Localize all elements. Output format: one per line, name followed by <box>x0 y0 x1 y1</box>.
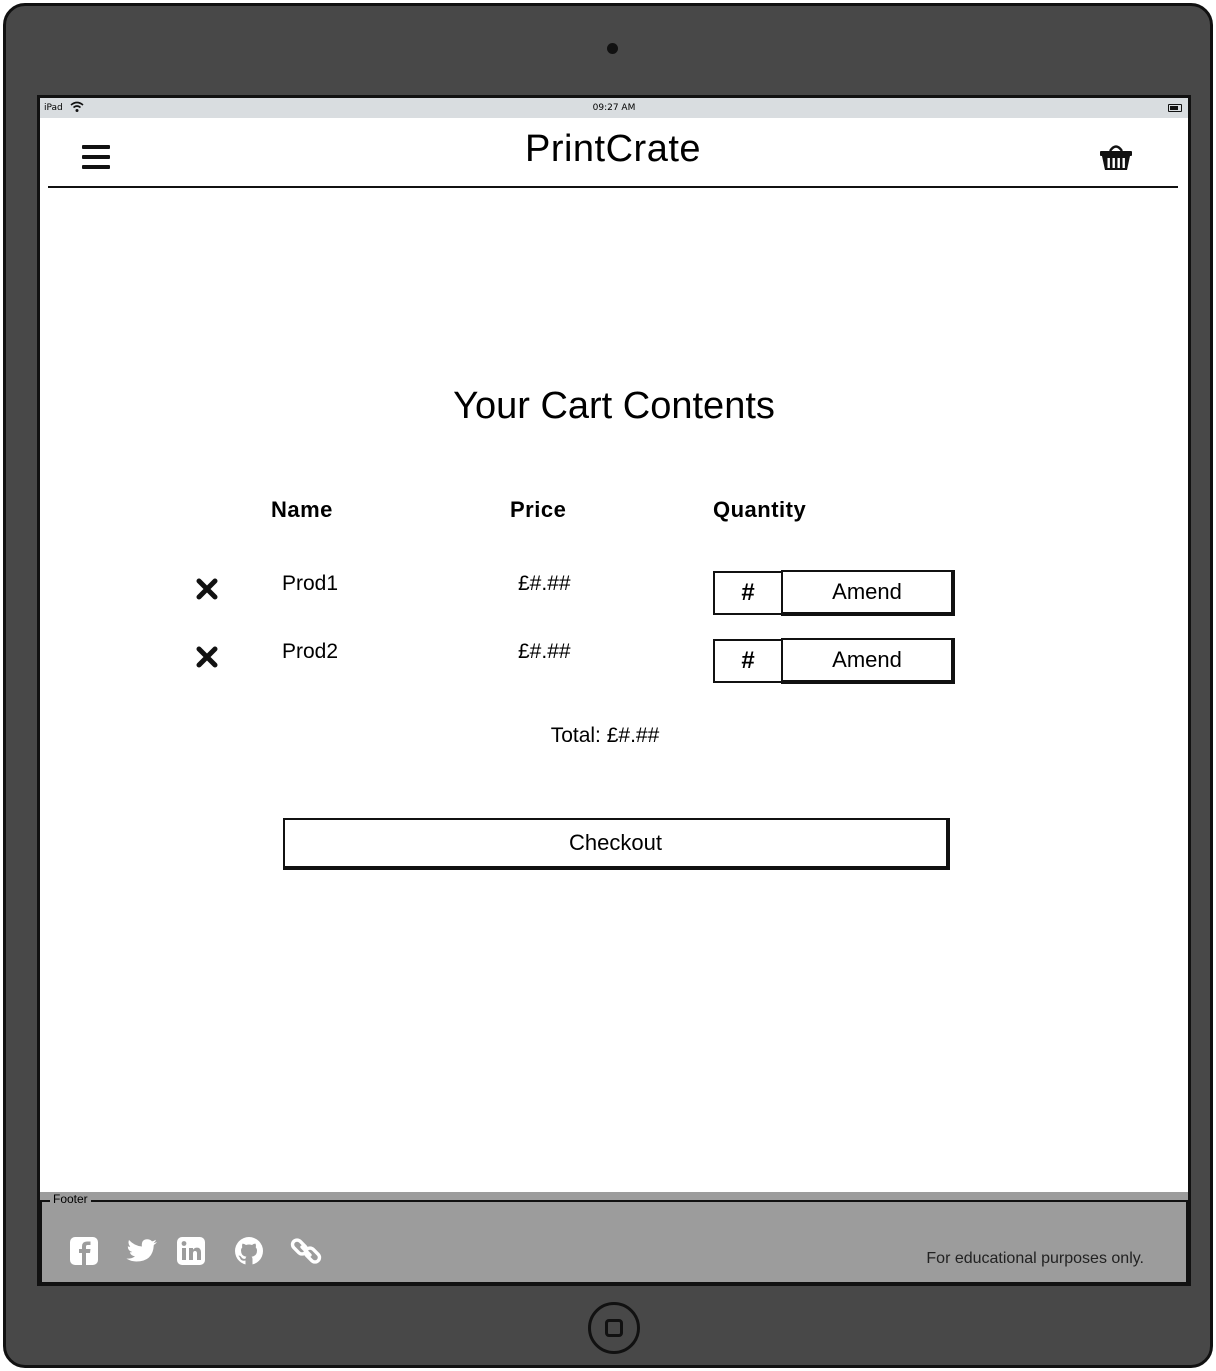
home-button[interactable] <box>588 1302 640 1354</box>
link-icon[interactable] <box>289 1234 323 1268</box>
footer: Footer For educational purposes only. <box>40 1192 1188 1283</box>
remove-item-icon[interactable] <box>195 645 219 669</box>
footer-note: For educational purposes only. <box>926 1250 1144 1267</box>
cart-total: Total: £#.## <box>550 724 660 747</box>
item-price: £#.## <box>518 572 571 595</box>
screen: iPad 09:27 AM PrintCrate Your Cart Conte… <box>37 95 1191 1286</box>
checkout-button[interactable]: Checkout <box>283 818 950 870</box>
ipad-frame: iPad 09:27 AM PrintCrate Your Cart Conte… <box>3 3 1213 1368</box>
item-price: £#.## <box>518 640 571 663</box>
basket-icon[interactable] <box>1098 142 1134 172</box>
status-time: 09:27 AM <box>592 103 636 113</box>
amend-button[interactable]: Amend <box>781 570 955 616</box>
quantity-input[interactable]: # <box>713 639 783 683</box>
amend-button[interactable]: Amend <box>781 638 955 684</box>
github-icon[interactable] <box>234 1236 264 1266</box>
camera <box>607 43 618 54</box>
column-header-price: Price <box>510 497 567 522</box>
remove-item-icon[interactable] <box>195 577 219 601</box>
brand-title[interactable]: PrintCrate <box>48 128 1178 171</box>
twitter-icon[interactable] <box>126 1238 158 1266</box>
header: PrintCrate <box>48 118 1178 188</box>
battery-icon <box>1168 104 1182 112</box>
quantity-input[interactable]: # <box>713 571 783 615</box>
column-header-name: Name <box>271 497 333 522</box>
linkedin-icon[interactable] <box>176 1236 206 1266</box>
page-title: Your Cart Contents <box>453 385 775 427</box>
item-name: Prod2 <box>282 640 339 663</box>
facebook-icon[interactable] <box>69 1236 99 1266</box>
column-header-quantity: Quantity <box>713 497 807 522</box>
footer-label: Footer <box>50 1192 91 1206</box>
item-name: Prod1 <box>282 572 339 595</box>
status-bar: iPad 09:27 AM <box>40 98 1188 118</box>
